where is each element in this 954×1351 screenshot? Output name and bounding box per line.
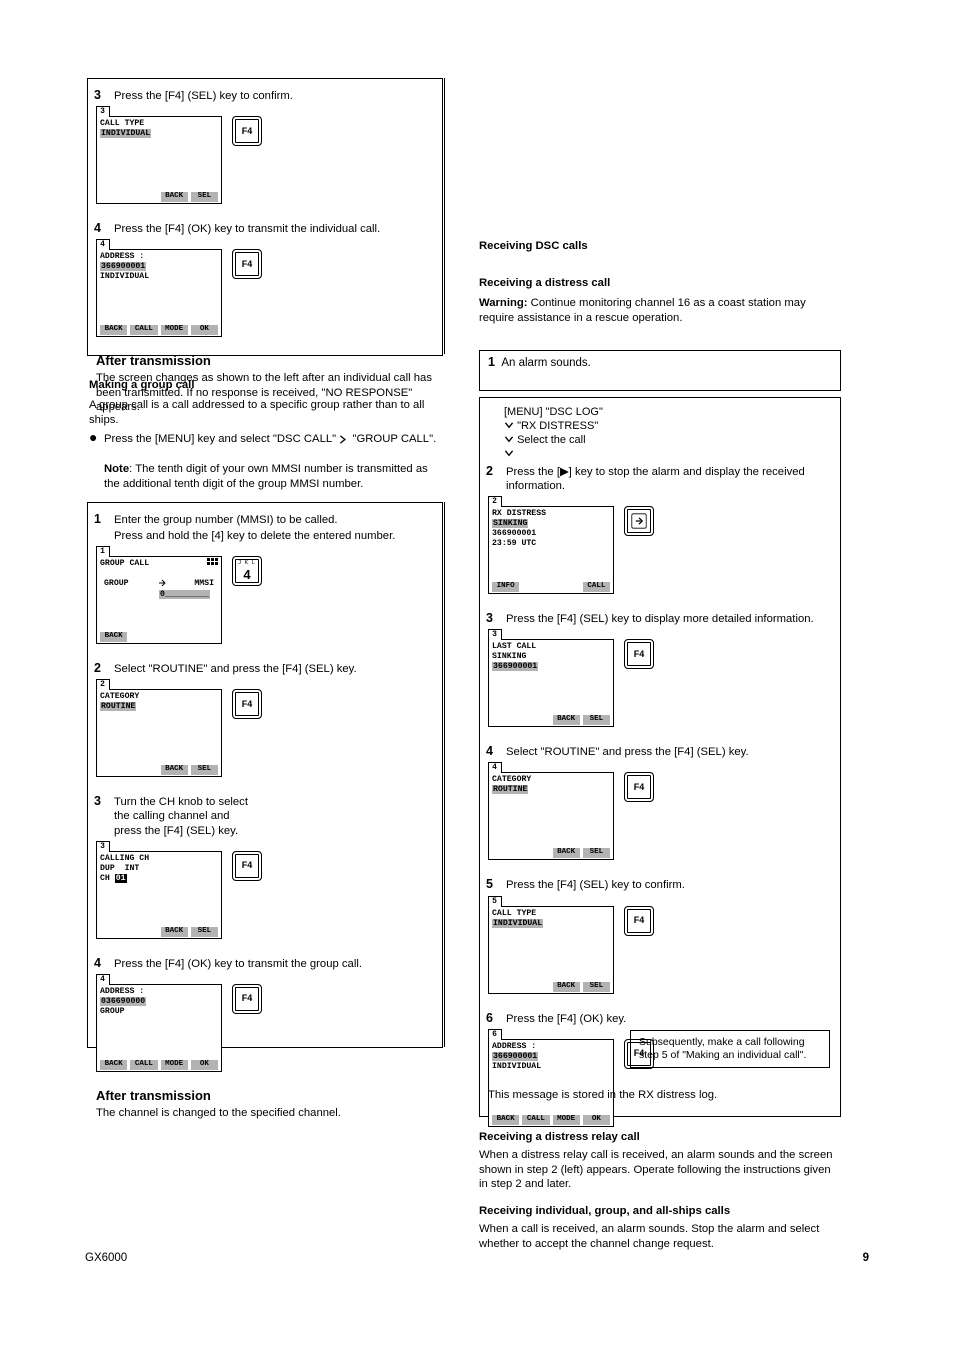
lcd-call-type: 3 CALL TYPE INDIVIDUAL BACK SEL [96, 116, 222, 204]
f4-key[interactable]: F4 [624, 772, 654, 802]
lcd-tab: 2 [488, 496, 502, 507]
lcd-category-routine: 2 CATEGORY ROUTINE BACK SEL [96, 689, 222, 777]
panel-group-call: 1 Enter the group number (MMSI) to be ca… [87, 502, 443, 1048]
lcd-last-call: 3 LAST CALL SINKING 366900001 BACK SEL [488, 639, 614, 727]
step-4-text: Press the [F4] (OK) key to transmit the … [114, 222, 434, 236]
f4-key[interactable]: F4 [232, 851, 262, 881]
step-4-number: 4 [486, 744, 493, 760]
lcd-call-type: 5 CALL TYPE INDIVIDUAL BACK SEL [488, 906, 614, 994]
step-4-number: 4 [94, 956, 101, 972]
note-subsequent: Subsequently, make a call following step… [630, 1030, 830, 1068]
group-note: Note: The tenth digit of your own MMSI n… [104, 462, 439, 491]
step-2-number: 2 [94, 661, 101, 677]
panel-individual-continued: 3 Press the [F4] (SEL) key to confirm. 3… [87, 78, 443, 356]
step-3-text: Press the [F4] (SEL) key to confirm. [114, 89, 434, 103]
step-4-text: Select "ROUTINE" and press the [F4] (SEL… [506, 745, 816, 759]
lcd-tab: 5 [488, 896, 502, 907]
column-divider-bottom [444, 502, 445, 1047]
f4-key[interactable]: F4 [232, 984, 262, 1014]
lcd-tab: 4 [488, 762, 502, 773]
softkey-call: CALL [130, 325, 157, 335]
group-call-desc: A group call is a call addressed to a sp… [89, 398, 439, 427]
step-3-number: 3 [94, 88, 101, 104]
f4-key[interactable]: F4 [232, 116, 262, 146]
step-2-text: Select "ROUTINE" and press the [F4] (SEL… [114, 662, 434, 676]
step-2-number: 2 [486, 464, 493, 480]
relay-body: When a distress relay call is received, … [479, 1148, 839, 1192]
lcd-calling-ch: 3 CALLING CH DUP INT CH 01 BACK SEL [96, 851, 222, 939]
lcd-address-ok: 6 ADDRESS : 366900001 INDIVIDUAL BACK CA… [488, 1039, 614, 1127]
lcd-tab: 4 [96, 974, 110, 985]
chevron-down-icon [504, 421, 514, 430]
panel-rx-title: 1 An alarm sounds. [479, 350, 841, 391]
f4-key[interactable]: F4 [624, 639, 654, 669]
step-1-text: Enter the group number (MMSI) to be call… [114, 513, 434, 543]
step-4-number: 4 [94, 221, 101, 237]
panel-rx-distress: [MENU] "DSC LOG" "RX DISTRESS" Select th… [479, 397, 841, 1117]
footer-model: GX6000 [85, 1251, 127, 1265]
step-3-text: Turn the CH knob to select the calling c… [114, 795, 434, 837]
making-group-call-heading: Making a group call [89, 378, 194, 393]
lcd-tab: 4 [96, 239, 110, 250]
f4-key[interactable]: F4 [232, 689, 262, 719]
softkey-back: BACK [100, 632, 127, 642]
lcd-tab: 3 [96, 841, 110, 852]
step-3-text: Press the [F4] (SEL) key to display more… [506, 612, 816, 626]
step-1-number: 1 [488, 355, 495, 369]
lcd-category: 4 CATEGORY ROUTINE BACK SEL [488, 772, 614, 860]
step-4-text: Press the [F4] (OK) key to transmit the … [114, 957, 434, 971]
bullet-icon: ● [89, 429, 97, 447]
softkey-sel: SEL [191, 192, 218, 202]
lcd-tab: 3 [96, 106, 110, 117]
other-calls-heading: Receiving individual, group, and all-shi… [479, 1204, 839, 1219]
section-heading: Receiving DSC calls [479, 239, 588, 254]
chevron-down-icon [504, 435, 514, 444]
step-1-text: An alarm sounds. [501, 357, 591, 369]
after-transmission-text: The channel is changed to the specified … [96, 1106, 432, 1120]
softkey-back: BACK [100, 325, 127, 335]
footer-page: 9 [863, 1251, 869, 1265]
subsection-heading: Receiving a distress call [479, 276, 610, 291]
rx-stored-note: This message is stored in the RX distres… [488, 1088, 830, 1102]
menu-route-down [504, 447, 830, 461]
step-3-number: 3 [486, 611, 493, 627]
lcd-tab: 1 [96, 546, 110, 557]
column-divider-top [444, 78, 445, 354]
lcd-tab: 6 [488, 1029, 502, 1040]
step-3-number: 3 [94, 794, 101, 810]
warning-text: Warning: Continue monitoring channel 16 … [479, 296, 839, 325]
arrow-right-icon [631, 513, 647, 529]
key-4[interactable]: J K L 4 [232, 556, 262, 586]
menu-route-2: "RX DISTRESS" [504, 420, 830, 434]
lcd-group-entry: 1 GROUP CALL 0_________ GROUP MMSI BACK [96, 556, 222, 644]
relay-heading: Receiving a distress relay call [479, 1130, 640, 1145]
step-6-text: Press the [F4] (OK) key. [506, 1012, 816, 1026]
softkey-mode: MODE [161, 325, 188, 335]
step-5-text: Press the [F4] (SEL) key to confirm. [506, 878, 816, 892]
lcd-group-ok: 4 ADDRESS : 036690000 GROUP BACK CALL MO… [96, 984, 222, 1072]
chevron-right-icon [339, 435, 349, 444]
after-transmission-heading: After transmission [96, 353, 432, 369]
f4-key[interactable]: F4 [624, 906, 654, 936]
f4-key[interactable]: F4 [232, 249, 262, 279]
menu-route-1: [MENU] "DSC LOG" [504, 406, 830, 420]
lcd-rx-distress: 2 RX DISTRESS SINKING 366900001 23:59 UT… [488, 506, 614, 594]
group-call-menu-path: Press the [MENU] key and select "DSC CAL… [104, 432, 444, 447]
after-transmission-heading: After transmission [96, 1088, 432, 1104]
arrow-right-key[interactable] [624, 506, 654, 536]
lcd-individual-ok: 4 ADDRESS : 366900001 INDIVIDUAL BACK CA… [96, 249, 222, 337]
step-2-text: Press the [▶] key to stop the alarm and … [506, 465, 816, 493]
menu-route-3: Select the call [504, 434, 830, 448]
step-1-number: 1 [94, 512, 101, 528]
lcd-tab: 2 [96, 679, 110, 690]
other-calls-body: When a call is received, an alarm sounds… [479, 1222, 839, 1251]
chevron-down-icon [504, 449, 514, 458]
softkey-ok: OK [191, 325, 218, 335]
softkey-back: BACK [161, 192, 188, 202]
step-6-number: 6 [486, 1011, 493, 1027]
lcd-tab: 3 [488, 629, 502, 640]
step-5-number: 5 [486, 877, 493, 893]
keypad-icon [207, 558, 219, 570]
